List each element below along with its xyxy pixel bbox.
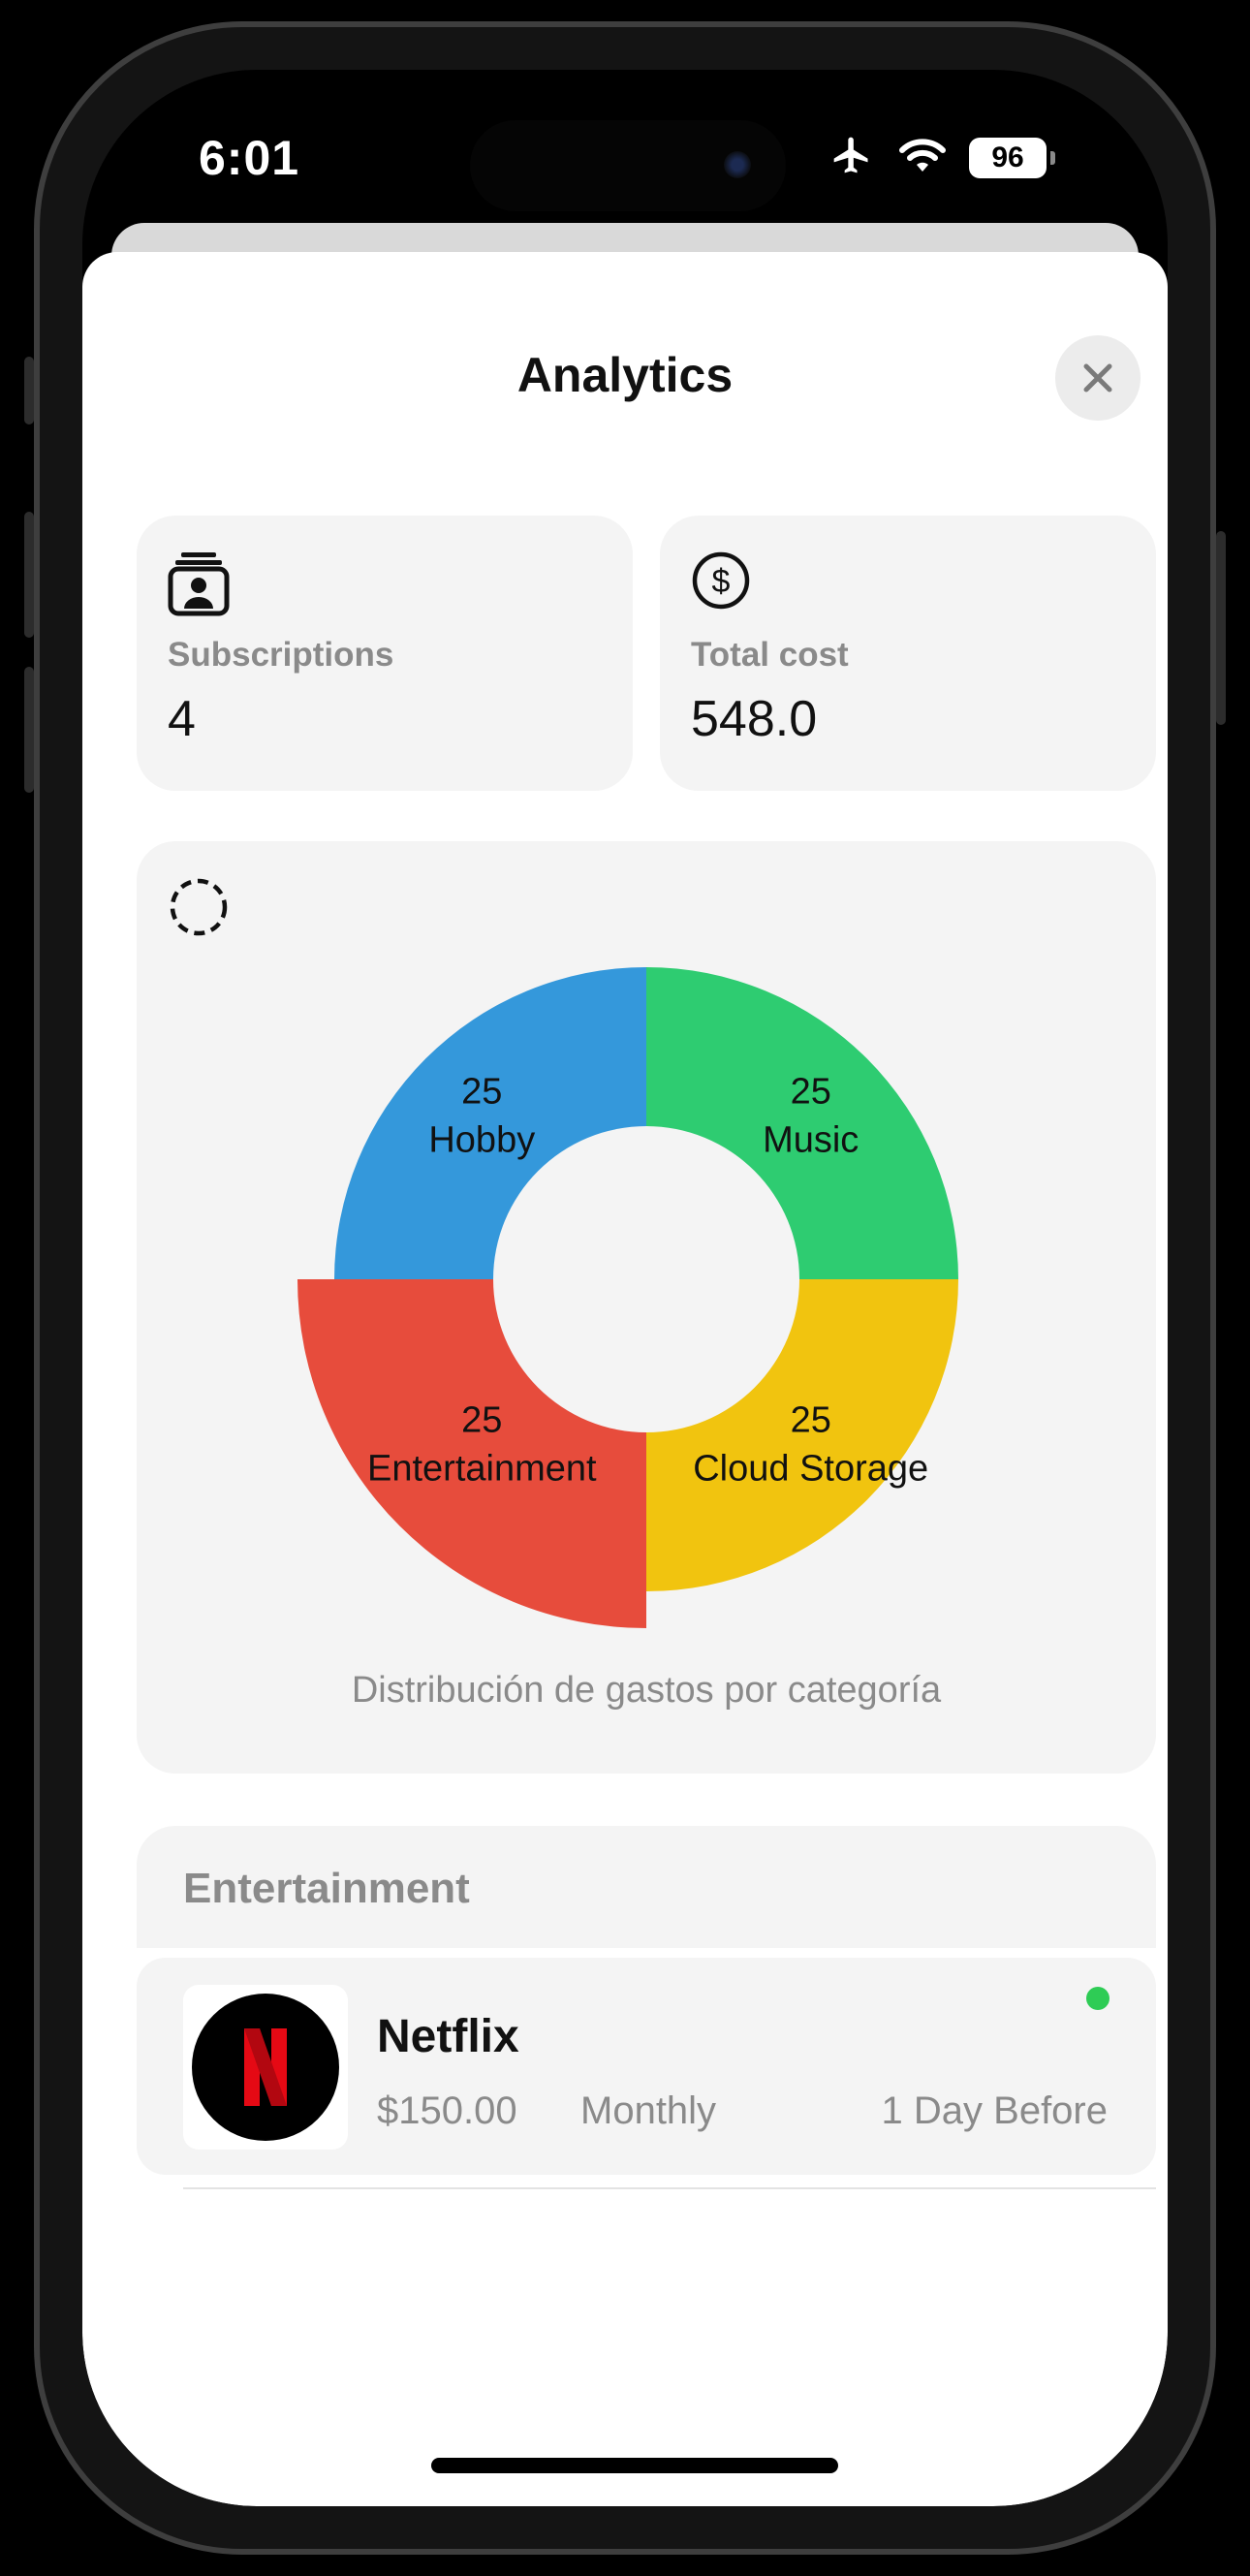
total-cost-value: 548.0	[691, 691, 818, 747]
subscription-due: 1 Day Before	[881, 2089, 1108, 2132]
slice-label-music: Music	[763, 1119, 859, 1160]
page-title: Analytics	[516, 348, 734, 402]
slice-value-entertainment: 25	[461, 1400, 502, 1441]
subscription-name: Netflix	[377, 2011, 519, 2062]
subscriptions-value: 4	[168, 691, 196, 747]
wifi-icon	[897, 136, 948, 179]
subscription-row[interactable]: Netflix $150.00 Monthly 1 Day Before	[137, 1958, 1156, 2175]
power-button	[1216, 531, 1226, 725]
subscriptions-card: Subscriptions 4	[137, 516, 633, 791]
dynamic-island	[470, 120, 786, 211]
sheet-header: Analytics	[82, 252, 1168, 446]
total-cost-label: Total cost	[691, 636, 849, 674]
category-chart-card: 25 Music 25 Cloud Storage 25 Entertainment 25 H…	[137, 841, 1156, 1774]
status-dot	[1086, 1987, 1109, 2010]
dollar-circle-icon: $	[691, 550, 751, 615]
row-divider	[183, 2187, 1156, 2189]
home-indicator	[431, 2458, 838, 2473]
status-icons: 96	[828, 134, 1055, 181]
close-button[interactable]	[1055, 335, 1141, 421]
slice-value-music: 25	[791, 1071, 831, 1112]
analytics-sheet: Analytics Subscriptions 4 $ Total cost 5…	[82, 252, 1168, 2506]
total-cost-card: $ Total cost 548.0	[660, 516, 1156, 791]
slice-label-cloud-storage: Cloud Storage	[693, 1449, 928, 1490]
screen: 6:01 96 Analytics Subscriptions 4 $ Tota…	[82, 70, 1168, 2506]
close-icon	[1083, 363, 1112, 393]
category-donut-chart: 25 Music 25 Cloud Storage 25 Entertainment 25 H…	[297, 967, 958, 1628]
status-time: 6:01	[199, 131, 300, 185]
subscription-price: $150.00	[377, 2089, 517, 2132]
battery-icon: 96	[969, 137, 1055, 178]
slice-value-hobby: 25	[461, 1071, 502, 1112]
slice-label-entertainment: Entertainment	[367, 1449, 597, 1490]
svg-text:$: $	[712, 563, 731, 600]
action-button	[24, 357, 34, 424]
section-header: Entertainment	[137, 1826, 1156, 1948]
status-bar: 6:01 96	[82, 70, 1168, 235]
airplane-icon	[828, 134, 876, 181]
chart-caption: Distribución de gastos por categoría	[351, 1670, 942, 1711]
volume-down-button	[24, 667, 34, 793]
phone-frame: 6:01 96 Analytics Subscriptions 4 $ Tota…	[24, 21, 1226, 2555]
volume-up-button	[24, 512, 34, 638]
contacts-stack-icon	[168, 550, 230, 621]
front-camera	[724, 151, 751, 178]
slice-label-hobby: Hobby	[428, 1119, 535, 1160]
subscriptions-label: Subscriptions	[168, 636, 394, 674]
stats-row: Subscriptions 4 $ Total cost 548.0	[137, 516, 1156, 791]
slice-value-cloud-storage: 25	[791, 1400, 831, 1441]
subscription-cycle: Monthly	[580, 2089, 717, 2132]
section-header-title: Entertainment	[183, 1865, 470, 1912]
netflix-logo-icon	[183, 1985, 348, 2150]
